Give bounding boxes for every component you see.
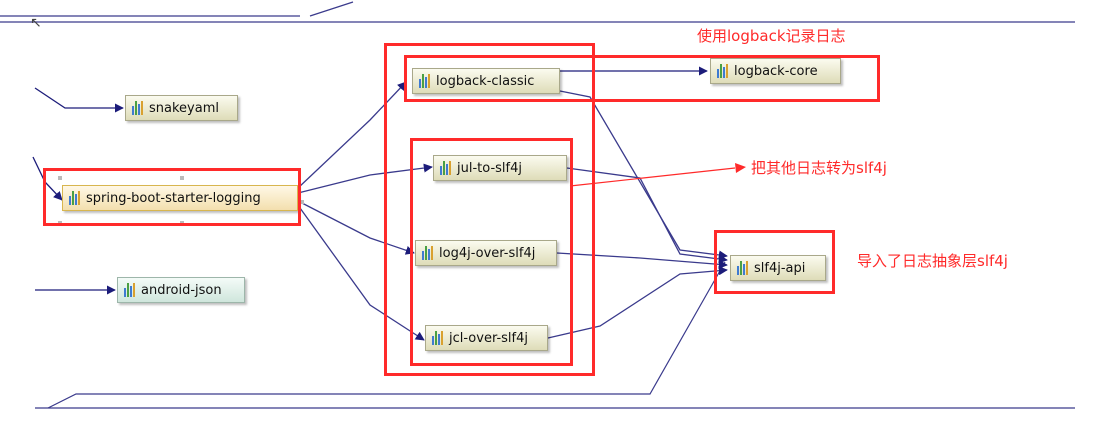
- library-icon: [124, 283, 136, 297]
- node-label: snakeyaml: [149, 100, 219, 116]
- edge-to-snakeyaml: [34, 87, 124, 113]
- node-android-json[interactable]: android-json: [117, 277, 245, 303]
- edge-top-partial: [309, 1, 354, 17]
- node-snakeyaml[interactable]: snakeyaml: [125, 95, 238, 121]
- annotation-convert: 把其他日志转为slf4j: [751, 159, 887, 177]
- corner-glyph: ↖: [30, 15, 42, 31]
- library-icon: [132, 101, 144, 115]
- node-label: android-json: [141, 282, 222, 298]
- highlight-starter-logging: [43, 168, 301, 226]
- highlight-slf4j-api: [714, 230, 835, 294]
- highlight-logback: [404, 55, 880, 102]
- annotation-logback: 使用logback记录日志: [697, 27, 846, 45]
- annotation-abstraction: 导入了日志抽象层slf4j: [857, 252, 1008, 270]
- highlight-bridges: [410, 138, 573, 366]
- annotation-arrowhead: [735, 163, 746, 173]
